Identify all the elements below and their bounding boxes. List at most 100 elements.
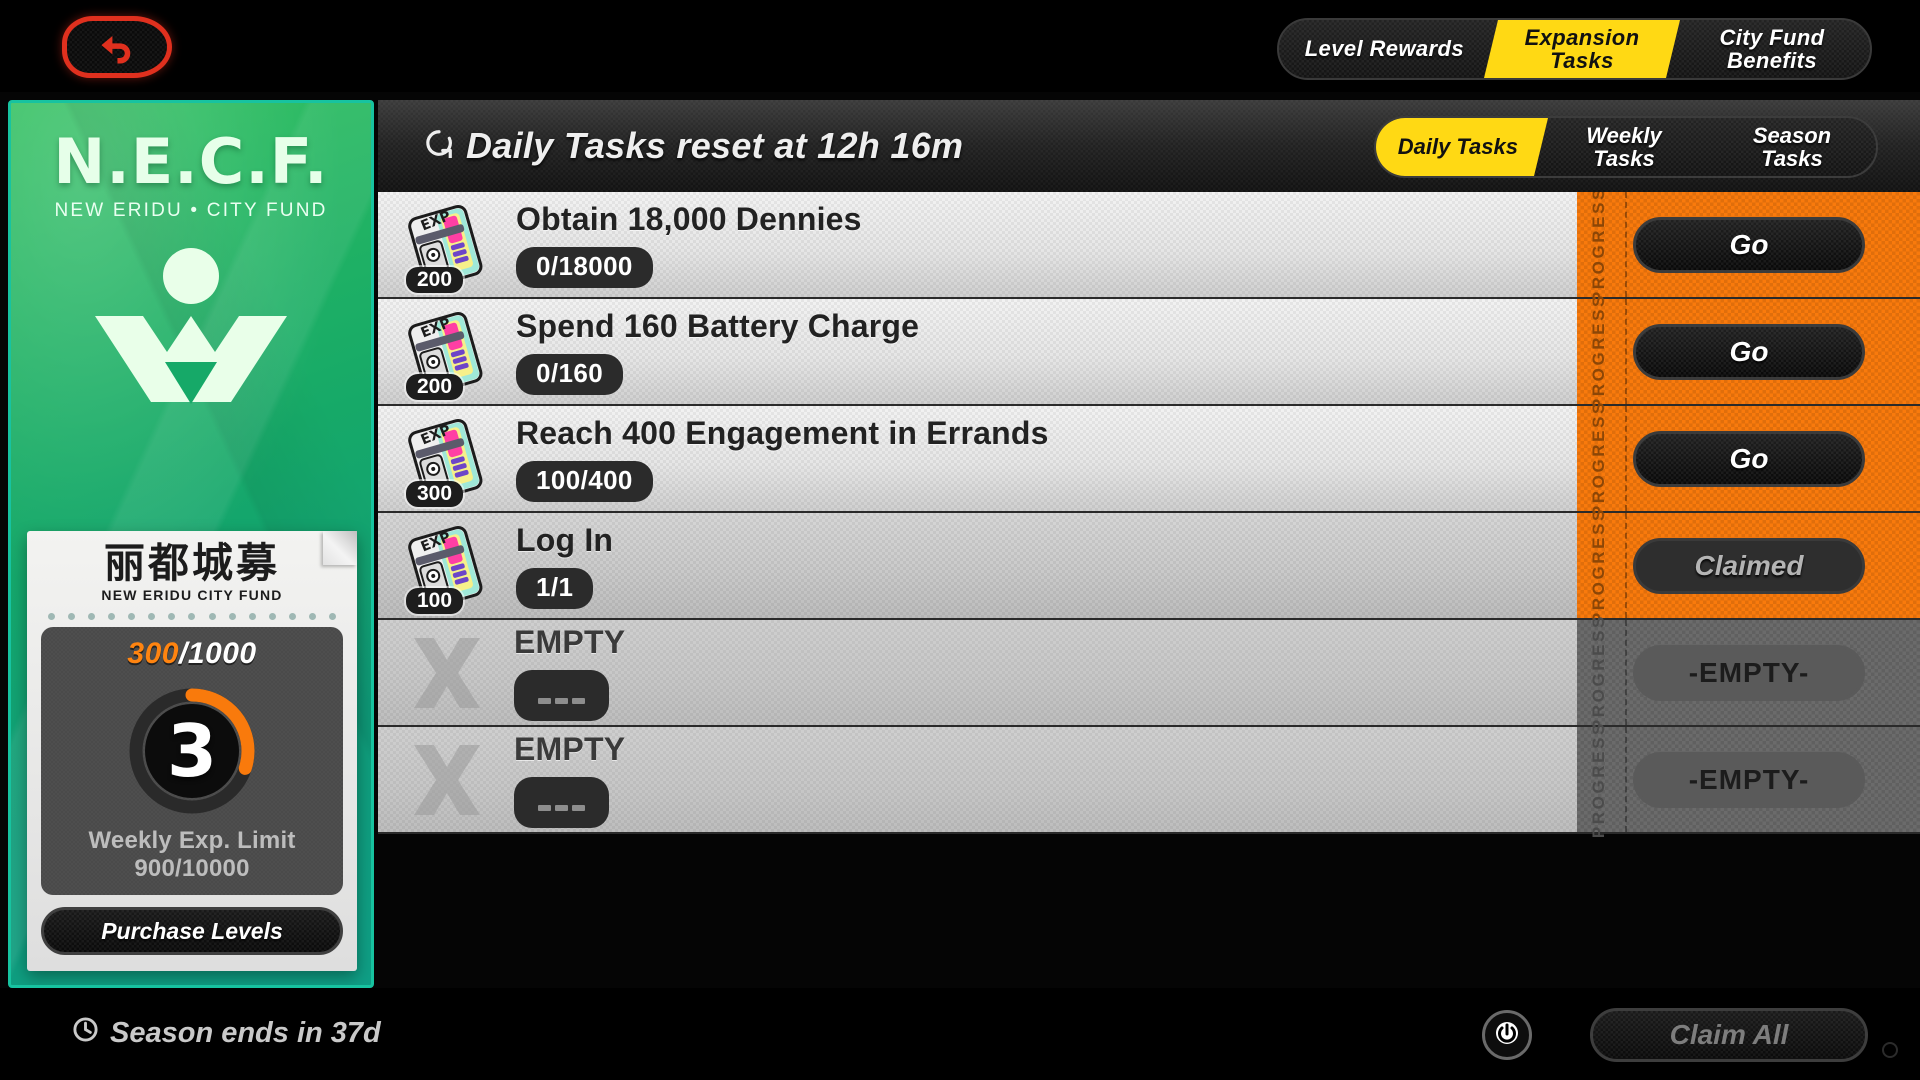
necf-logo-subtitle: NEW ERIDU • CITY FUND bbox=[54, 200, 328, 221]
tasks-panel: Daily Tasks reset at 12h 16m Daily Tasks… bbox=[378, 100, 1920, 988]
task-row-text: Obtain 18,000 Dennies 0/18000 bbox=[516, 201, 862, 288]
exp-reward-amount: 200 bbox=[406, 373, 464, 400]
task-title: Obtain 18,000 Dennies bbox=[516, 201, 862, 237]
task-row-action-cell: PROGRESS Go bbox=[1577, 400, 1920, 517]
back-arrow-icon bbox=[95, 25, 139, 69]
x-placeholder-icon bbox=[404, 737, 490, 823]
timer-icon bbox=[72, 1016, 99, 1051]
task-progress-pill: 0/18000 bbox=[516, 247, 653, 288]
subtab-weekly-tasks-label: Weekly Tasks bbox=[1586, 122, 1662, 171]
tab-city-fund-benefits[interactable]: City Fund Benefits bbox=[1674, 20, 1870, 78]
subtab-season-tasks[interactable]: Season Tasks bbox=[1708, 118, 1876, 176]
task-action-button: -EMPTY- bbox=[1633, 751, 1865, 808]
task-action-button[interactable]: Go bbox=[1633, 430, 1865, 487]
exp-reward-amount: 300 bbox=[406, 480, 464, 507]
task-row-info: EXP 200 Obtain 18,000 Dennies 0/18000 bbox=[378, 192, 1577, 297]
task-row-info: EXP 200 Spend 160 Battery Charge 0/160 bbox=[378, 299, 1577, 404]
task-row-action-cell: PROGRESS -EMPTY- bbox=[1577, 614, 1920, 731]
task-row-text: Reach 400 Engagement in Errands 100/400 bbox=[516, 415, 1049, 502]
tab-expansion-tasks[interactable]: Expansion Tasks bbox=[1484, 20, 1680, 78]
task-row[interactable]: EXP 200 Spend 160 Battery Charge 0/160 P… bbox=[378, 293, 1920, 410]
back-button[interactable] bbox=[62, 16, 172, 78]
level-progress-box: 300/1000 3 Weekly Exp. Limit 900/10000 bbox=[41, 627, 343, 895]
progress-column-label: PROGRESS bbox=[1589, 399, 1608, 518]
clock-refresh-icon bbox=[424, 125, 454, 167]
progress-column-label: PROGRESS bbox=[1589, 506, 1608, 625]
task-list[interactable]: EXP 200 Obtain 18,000 Dennies 0/18000 PR… bbox=[378, 192, 1920, 988]
progress-column-label: PROGRESS bbox=[1589, 720, 1608, 839]
task-row-text: EMPTY bbox=[514, 624, 625, 721]
reset-timer-text: Daily Tasks reset at 12h 16m bbox=[466, 125, 964, 166]
task-action-button[interactable]: Go bbox=[1633, 323, 1865, 380]
level-ring: 3 bbox=[118, 677, 266, 825]
level-card-cn-title: 丽都城募 bbox=[104, 539, 280, 587]
task-title: EMPTY bbox=[514, 731, 626, 767]
exp-readout: 300/1000 bbox=[49, 637, 335, 671]
task-row[interactable]: EXP 200 Obtain 18,000 Dennies 0/18000 PR… bbox=[378, 192, 1920, 303]
task-row-action-cell: PROGRESS Go bbox=[1577, 293, 1920, 410]
main-tab-group[interactable]: Level Rewards Expansion Tasks City Fund Be… bbox=[1276, 18, 1872, 80]
exp-tape-icon: EXP 300 bbox=[400, 413, 492, 507]
progress-column-label: PROGRESS bbox=[1589, 292, 1608, 411]
task-title: Reach 400 Engagement in Errands bbox=[516, 415, 1049, 451]
dashed-separator bbox=[1625, 406, 1627, 511]
task-action-button[interactable]: Go bbox=[1633, 216, 1865, 273]
exp-current: 300 bbox=[127, 637, 179, 670]
tab-level-rewards[interactable]: Level Rewards bbox=[1279, 20, 1490, 78]
level-card: 丽都城募 NEW ERIDU CITY FUND 300/1000 3 Week… bbox=[27, 531, 357, 971]
task-title: EMPTY bbox=[514, 624, 626, 660]
task-row-action-cell: PROGRESS -EMPTY- bbox=[1577, 721, 1920, 838]
exp-tape-icon: EXP 200 bbox=[400, 199, 492, 293]
exp-reward-amount: 100 bbox=[406, 587, 464, 614]
task-row-info: EXP 300 Reach 400 Engagement in Errands … bbox=[378, 406, 1577, 511]
exp-tape-icon: EXP 100 bbox=[400, 520, 492, 614]
subtab-daily-tasks-label: Daily Tasks bbox=[1397, 134, 1518, 160]
task-row-empty[interactable]: EMPTY PROGRESS -EMPTY- bbox=[378, 721, 1920, 838]
task-title: Log In bbox=[516, 522, 614, 558]
task-subtab-group[interactable]: Daily Tasks Weekly Tasks Season Tasks bbox=[1373, 116, 1878, 178]
tab-level-rewards-label: Level Rewards bbox=[1304, 36, 1464, 62]
power-info-icon bbox=[1493, 1019, 1521, 1052]
exp-tape-icon: EXP 200 bbox=[400, 306, 492, 400]
dashed-separator bbox=[1625, 299, 1627, 404]
task-row[interactable]: EXP 300 Reach 400 Engagement in Errands … bbox=[378, 400, 1920, 517]
necf-expansion-tasks-screen: Level Rewards Expansion Tasks City Fund Be… bbox=[0, 0, 1920, 1080]
uid-dot-icon bbox=[1882, 1042, 1898, 1058]
dashed-separator bbox=[1625, 513, 1627, 618]
task-progress-pill: 100/400 bbox=[516, 461, 653, 502]
tab-expansion-tasks-label: Expansion Tasks bbox=[1524, 24, 1640, 73]
task-row-info: EMPTY bbox=[378, 620, 1577, 725]
level-number: 3 bbox=[166, 709, 218, 793]
bottom-bar: Season ends in 37d Claim All bbox=[0, 988, 1920, 1080]
task-row-text: EMPTY bbox=[514, 731, 625, 828]
claim-all-label: Claim All bbox=[1669, 1019, 1789, 1050]
dashed-separator bbox=[1625, 620, 1627, 725]
claim-all-button[interactable]: Claim All bbox=[1590, 1008, 1868, 1062]
progress-column-label: PROGRESS bbox=[1589, 613, 1608, 732]
necf-emblem-icon bbox=[81, 242, 301, 427]
necf-sidebar: N.E.C.F. NEW ERIDU • CITY FUND 丽都城募 NEW … bbox=[8, 100, 374, 988]
task-row-info: EMPTY bbox=[378, 727, 1577, 832]
task-row[interactable]: EXP 100 Log In 1/1 PROGRESS Claimed bbox=[378, 507, 1920, 624]
tab-city-fund-benefits-label: City Fund Benefits bbox=[1719, 24, 1825, 73]
necf-logo-title: N.E.C.F. bbox=[53, 125, 329, 198]
perforation-divider bbox=[41, 609, 343, 623]
subtab-daily-tasks[interactable]: Daily Tasks bbox=[1376, 118, 1548, 176]
task-row-action-cell: PROGRESS Claimed bbox=[1577, 507, 1920, 624]
subtab-season-tasks-label: Season Tasks bbox=[1752, 122, 1832, 171]
task-title: Spend 160 Battery Charge bbox=[516, 308, 920, 344]
help-button[interactable] bbox=[1482, 1010, 1532, 1060]
task-action-button[interactable]: Claimed bbox=[1633, 537, 1865, 594]
task-row-text: Log In 1/1 bbox=[516, 522, 613, 609]
purchase-levels-button[interactable]: Purchase Levels bbox=[41, 907, 343, 955]
purchase-levels-label: Purchase Levels bbox=[101, 917, 283, 944]
task-progress-pill: 1/1 bbox=[516, 568, 594, 609]
task-row-empty[interactable]: EMPTY PROGRESS -EMPTY- bbox=[378, 614, 1920, 731]
task-progress-pill bbox=[514, 670, 609, 721]
subtab-weekly-tasks[interactable]: Weekly Tasks bbox=[1540, 118, 1708, 176]
progress-column-label: PROGRESS bbox=[1589, 192, 1608, 304]
dashed-separator bbox=[1625, 727, 1627, 832]
exp-total: 1000 bbox=[187, 637, 257, 670]
task-progress-pill bbox=[514, 777, 609, 828]
x-placeholder-icon bbox=[404, 630, 490, 716]
